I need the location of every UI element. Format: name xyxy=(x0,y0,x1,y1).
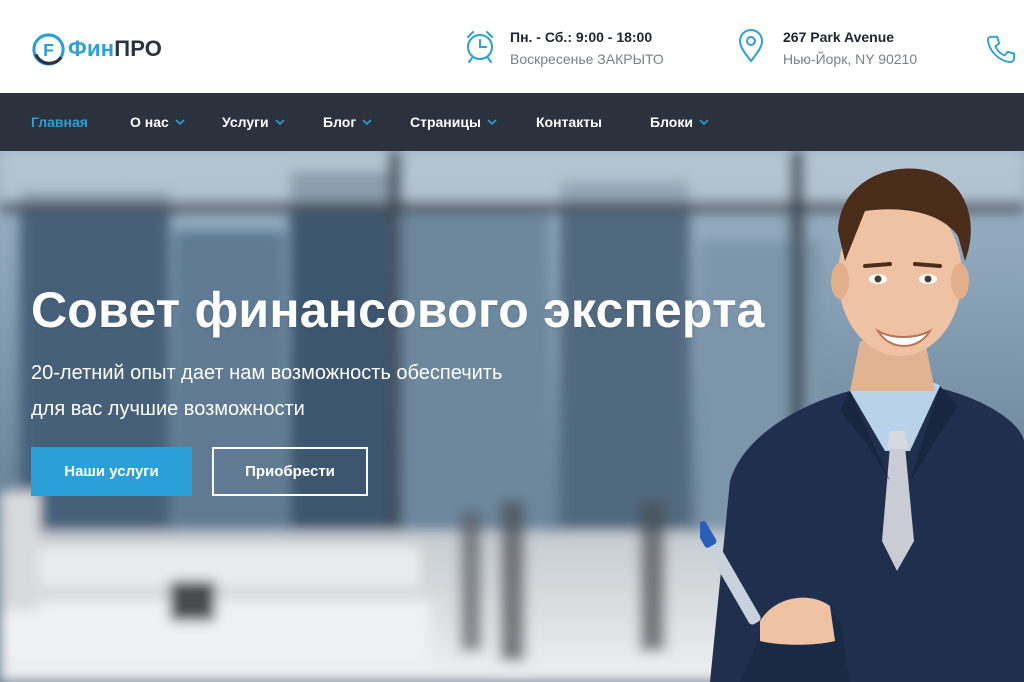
nav-item-blocks[interactable]: Блоки xyxy=(650,93,709,151)
address-street: 267 Park Avenue xyxy=(783,29,895,45)
chevron-down-icon xyxy=(487,119,497,125)
site-logo[interactable]: F ФинПРО xyxy=(31,31,162,67)
hero-title: Совет финансового эксперта xyxy=(31,282,765,338)
hero-subtitle-line-2: для вас лучшие возможности xyxy=(31,398,305,420)
working-hours: Пн. - Сб.: 9:00 - 18:00 Воскресенье ЗАКР… xyxy=(464,27,664,69)
nav-item-label: Контакты xyxy=(536,114,603,130)
nav-item-label: Блоки xyxy=(650,114,693,130)
nav-item-label: Страницы xyxy=(410,114,481,130)
nav-item-home[interactable]: Главная xyxy=(31,93,88,151)
nav-item-contacts[interactable]: Контакты xyxy=(536,93,602,151)
nav-item-label: О нас xyxy=(130,114,169,130)
chevron-down-icon xyxy=(699,119,709,125)
logo-mark-icon: F xyxy=(32,32,65,66)
address-city: Нью-Йорк, NY 90210 xyxy=(783,51,918,67)
chevron-down-icon xyxy=(274,119,285,125)
nav-item-pages[interactable]: Страницы xyxy=(410,93,497,151)
hours-sunday: Воскресенье ЗАКРЫТО xyxy=(510,51,664,67)
main-navigation: Главная О нас Услуги Блог Страницы Конта… xyxy=(0,93,1024,151)
nav-item-services[interactable]: Услуги xyxy=(222,93,285,151)
nav-item-blog[interactable]: Блог xyxy=(323,93,372,151)
nav-item-label: Блог xyxy=(323,114,357,130)
our-services-button[interactable]: Наши услуги xyxy=(31,447,192,496)
nav-item-label: Услуги xyxy=(222,114,269,130)
map-pin-icon xyxy=(738,29,764,63)
consultant-photo xyxy=(700,168,1024,682)
hero-banner: Совет финансового эксперта 20-летний опы… xyxy=(0,151,1024,682)
nav-item-about[interactable]: О нас xyxy=(130,93,185,151)
logo-text-part2: ПРО xyxy=(114,36,163,61)
nav-item-label: Главная xyxy=(31,114,88,130)
logo-text-part1: Фин xyxy=(68,36,115,61)
purchase-button[interactable]: Приобрести xyxy=(212,447,368,496)
hero-subtitle-line-1: 20-летний опыт дает нам возможность обес… xyxy=(31,362,503,384)
chevron-down-icon xyxy=(175,119,185,125)
office-address: 267 Park Avenue Нью-Йорк, NY 90210 xyxy=(737,27,917,69)
hours-weekdays: Пн. - Сб.: 9:00 - 18:00 xyxy=(510,29,653,45)
alarm-clock-icon xyxy=(467,31,493,63)
logo-letter: F xyxy=(43,39,54,59)
logo-text: ФинПРО xyxy=(68,36,162,62)
top-header: F ФинПРО Пн. - Сб.: 9:00 - 18:00 Воскрес… xyxy=(0,0,1024,93)
phone-contact[interactable] xyxy=(986,34,1024,64)
hero-subtitle: 20-летний опыт дает нам возможность обес… xyxy=(31,355,591,427)
chevron-down-icon xyxy=(362,119,372,125)
phone-icon xyxy=(986,35,1016,64)
